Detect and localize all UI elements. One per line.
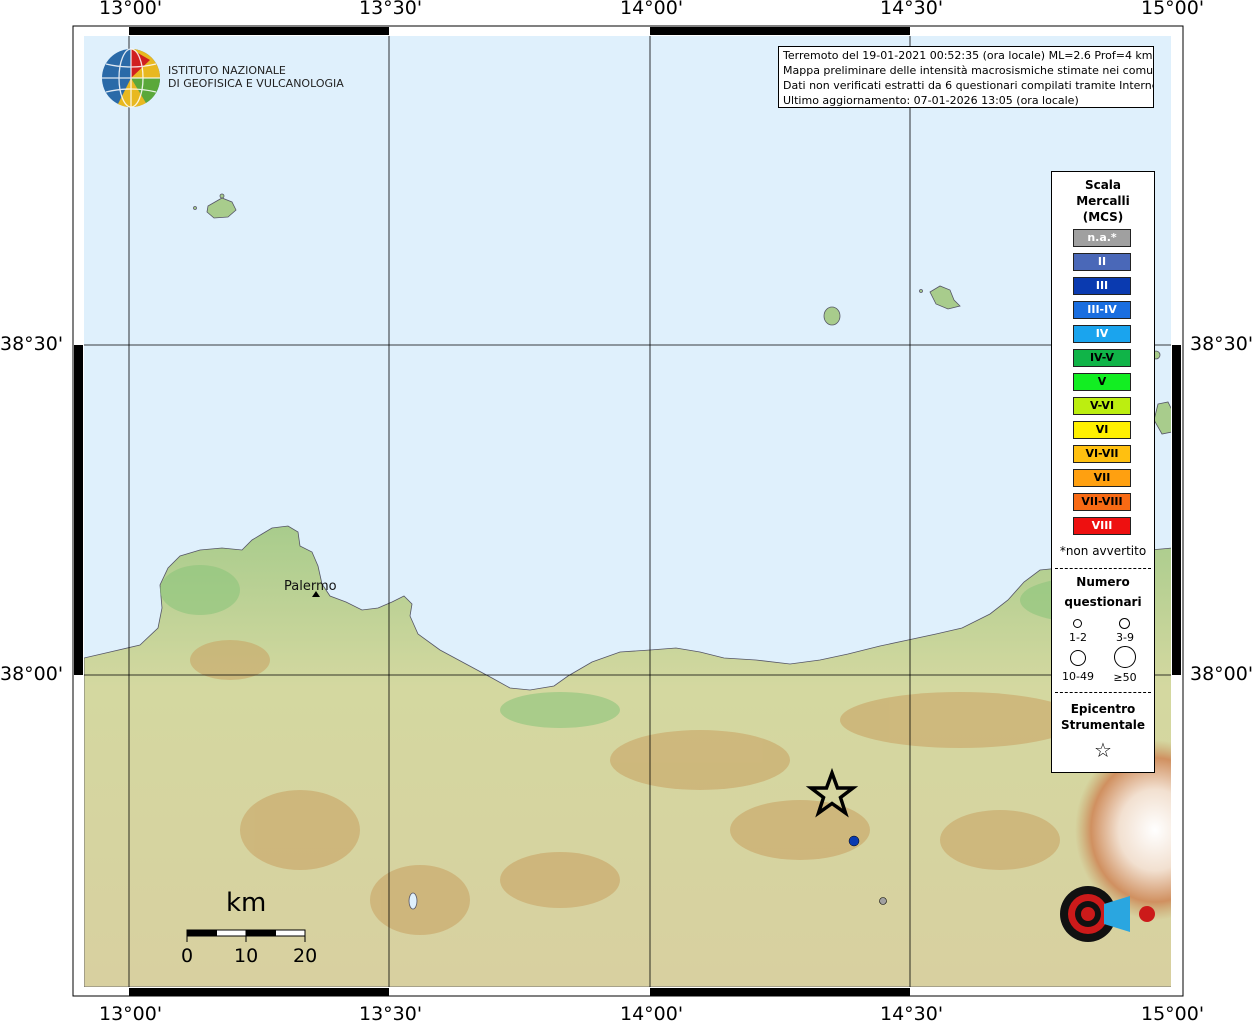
legend-swatch: VI-VII bbox=[1073, 445, 1131, 463]
event-info-line4: Ultimo aggiornamento: 07-01-2026 13:05 (… bbox=[783, 94, 1079, 107]
legend-count-title-line1: Numero bbox=[1076, 575, 1130, 589]
count-label-10-49: 10-49 bbox=[1062, 670, 1094, 683]
legend-star-icon: ☆ bbox=[1094, 738, 1112, 762]
lake bbox=[408, 892, 418, 910]
legend-title-line3: (MCS) bbox=[1082, 210, 1124, 224]
tick-left-3800: 38°00' bbox=[0, 663, 64, 685]
place-label-palermo: Palermo bbox=[284, 579, 337, 594]
legend-count-title-line2: questionari bbox=[1064, 595, 1142, 609]
count-ring-small bbox=[1073, 619, 1082, 628]
scale-bar-label-0: 0 bbox=[181, 945, 194, 967]
legend-swatch: VII bbox=[1073, 469, 1131, 487]
legend-swatch: VIII bbox=[1073, 517, 1131, 535]
event-info-line2: Mappa preliminare delle intensità macros… bbox=[783, 64, 1154, 77]
tick-top-1300: 13°00' bbox=[99, 0, 163, 19]
legend-title-line2: Mercalli bbox=[1076, 194, 1130, 208]
event-info-line1: Terremoto del 19-01-2021 00:52:35 (ora l… bbox=[783, 49, 1153, 62]
legend-separator-1 bbox=[1055, 568, 1151, 569]
legend-swatch: IV bbox=[1073, 325, 1131, 343]
ingv-logo-line1: ISTITUTO NAZIONALE bbox=[168, 64, 286, 77]
legend-epicenter-title: Epicentro Strumentale bbox=[1052, 701, 1154, 733]
count-label-1-2: 1-2 bbox=[1069, 631, 1087, 644]
intensity-point-III[interactable] bbox=[848, 835, 860, 847]
scale-bar-label-20: 20 bbox=[293, 945, 318, 967]
legend-swatch: V-VI bbox=[1073, 397, 1131, 415]
event-info-line3: Dati non verificati estratti da 6 questi… bbox=[783, 79, 1154, 92]
count-ring-xlarge bbox=[1114, 646, 1136, 668]
legend-swatch: V bbox=[1073, 373, 1131, 391]
count-ring-large bbox=[1070, 650, 1086, 666]
ingv-logo-line2: DI GEOFISICA E VULCANOLOGIA bbox=[168, 77, 344, 90]
legend-title-line1: Scala bbox=[1084, 178, 1122, 192]
mcs-legend: Scala Mercalli (MCS) n.a.* II III III-IV IV I… bbox=[1051, 171, 1155, 773]
tick-top-1500: 15°00' bbox=[1141, 0, 1205, 19]
count-label-50: ≥50 bbox=[1113, 671, 1137, 684]
tick-left-3830: 38°30' bbox=[0, 333, 64, 355]
scale-bar-unit: km bbox=[226, 888, 267, 918]
legend-separator-2 bbox=[1055, 692, 1151, 693]
tick-top-1430: 14°30' bbox=[880, 0, 944, 19]
legend-note: *non avvertito bbox=[1059, 544, 1147, 558]
tick-right-3800: 38°00' bbox=[1190, 663, 1254, 685]
legend-swatch: III-IV bbox=[1073, 301, 1131, 319]
tick-bottom-1500: 15°00' bbox=[1141, 1003, 1205, 1025]
count-label-3-9: 3-9 bbox=[1116, 631, 1134, 644]
tick-bottom-1300: 13°00' bbox=[99, 1003, 163, 1025]
intensity-point-na[interactable] bbox=[879, 897, 887, 905]
legend-swatch: VII-VIII bbox=[1073, 493, 1131, 511]
tick-bottom-1400: 14°00' bbox=[620, 1003, 684, 1025]
tick-right-3830: 38°30' bbox=[1190, 333, 1254, 355]
legend-count-title: Numero questionari bbox=[1052, 574, 1154, 610]
ingv-logo-text: ISTITUTO NAZIONALE DI GEOFISICA E VULCAN… bbox=[168, 64, 344, 90]
ingv-globe-icon bbox=[102, 48, 161, 108]
count-ring-medium bbox=[1119, 618, 1130, 629]
legend-swatch: VI bbox=[1073, 421, 1131, 439]
legend-epicenter-title-line1: Epicentro bbox=[1070, 702, 1136, 716]
legend-swatch: II bbox=[1073, 253, 1131, 271]
legend-title: Scala Mercalli (MCS) bbox=[1052, 172, 1154, 225]
tick-bottom-1330: 13°30' bbox=[359, 1003, 423, 1025]
legend-epicenter-title-line2: Strumentale bbox=[1060, 718, 1146, 732]
event-info-box: Terremoto del 19-01-2021 00:52:35 (ora l… bbox=[778, 46, 1154, 108]
tick-top-1400: 14°00' bbox=[620, 0, 684, 19]
tick-bottom-1430: 14°30' bbox=[880, 1003, 944, 1025]
legend-swatch: n.a.* bbox=[1073, 229, 1131, 247]
scale-bar-label-10: 10 bbox=[234, 945, 259, 967]
legend-swatch: IV-V bbox=[1073, 349, 1131, 367]
legend-swatch: III bbox=[1073, 277, 1131, 295]
tick-top-1330: 13°30' bbox=[359, 0, 423, 19]
